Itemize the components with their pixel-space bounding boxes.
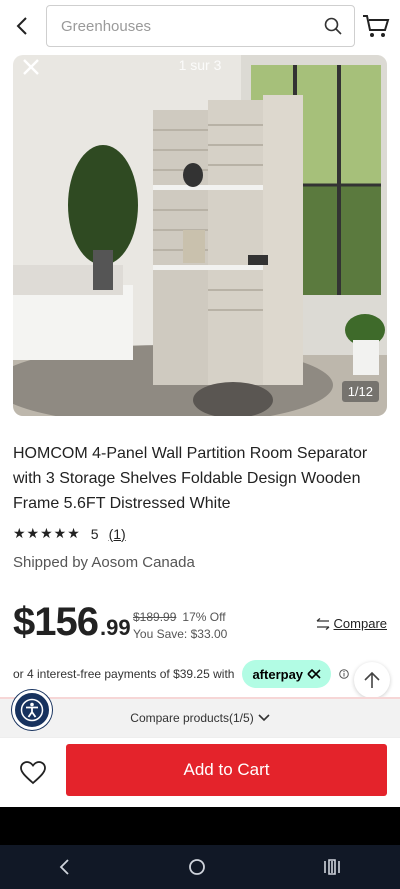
search-icon[interactable] — [324, 17, 342, 35]
info-icon[interactable] — [338, 669, 349, 679]
product-image-carousel[interactable]: 1 sur 3 1/12 — [13, 55, 387, 416]
top-bar — [0, 0, 400, 52]
original-price: $189.99 — [133, 610, 177, 624]
back-arrow-icon — [16, 17, 27, 35]
compare-button[interactable]: Compare — [316, 616, 387, 631]
accessibility-button[interactable] — [12, 690, 52, 730]
chevron-down-icon — [258, 714, 270, 722]
arrow-up-icon — [364, 671, 380, 688]
savings: You Save: $33.00 — [133, 627, 228, 641]
compare-label: Compare — [333, 616, 387, 631]
bottom-action-bar: Add to Cart — [0, 737, 400, 807]
back-button[interactable] — [0, 0, 44, 52]
cart-icon[interactable] — [362, 12, 390, 40]
nav-home-icon[interactable] — [188, 858, 206, 876]
product-image — [13, 55, 387, 416]
shipped-by: Shipped by Aosom Canada — [13, 554, 195, 571]
compare-products-label: Compare products(1/5) — [130, 711, 254, 725]
scroll-to-top-button[interactable] — [354, 662, 390, 698]
price: $156 .99 — [13, 600, 131, 645]
search-bar[interactable] — [46, 5, 355, 47]
accessibility-icon — [20, 698, 44, 722]
rating-value: 5 — [90, 525, 99, 542]
afterpay-label: afterpay — [252, 666, 304, 682]
discount-percent: 17% Off — [182, 610, 226, 624]
nav-back-icon[interactable] — [59, 859, 71, 875]
product-rating: ★★★★★ 5 (1) — [13, 525, 126, 542]
screen-band — [0, 807, 400, 845]
compare-arrows-icon — [316, 617, 329, 630]
slide-counter: 1 sur 3 — [178, 57, 222, 73]
review-count-link[interactable]: (1) — [109, 526, 126, 542]
image-count-badge: 1/12 — [341, 381, 379, 402]
compare-products-strip[interactable]: Compare products(1/5) — [0, 697, 400, 737]
price-main: $156 — [13, 600, 99, 644]
product-title: HOMCOM 4-Panel Wall Partition Room Separ… — [13, 445, 368, 512]
add-to-cart-button[interactable]: Add to Cart — [66, 744, 387, 796]
price-cents: .99 — [99, 615, 131, 640]
search-input[interactable] — [61, 17, 324, 35]
nav-recents-icon[interactable] — [323, 859, 341, 875]
price-meta: $189.99 17% Off You Save: $33.00 — [133, 609, 227, 643]
installments-text: or 4 interest-free payments of $39.25 wi… — [13, 667, 235, 681]
afterpay-logo-icon — [307, 669, 321, 679]
system-nav-bar — [0, 845, 400, 889]
installments: or 4 interest-free payments of $39.25 wi… — [13, 660, 349, 688]
wishlist-button[interactable] — [0, 738, 66, 808]
afterpay-badge[interactable]: afterpay — [242, 660, 331, 688]
rating-stars: ★★★★★ — [13, 525, 81, 541]
heart-icon — [20, 760, 46, 784]
